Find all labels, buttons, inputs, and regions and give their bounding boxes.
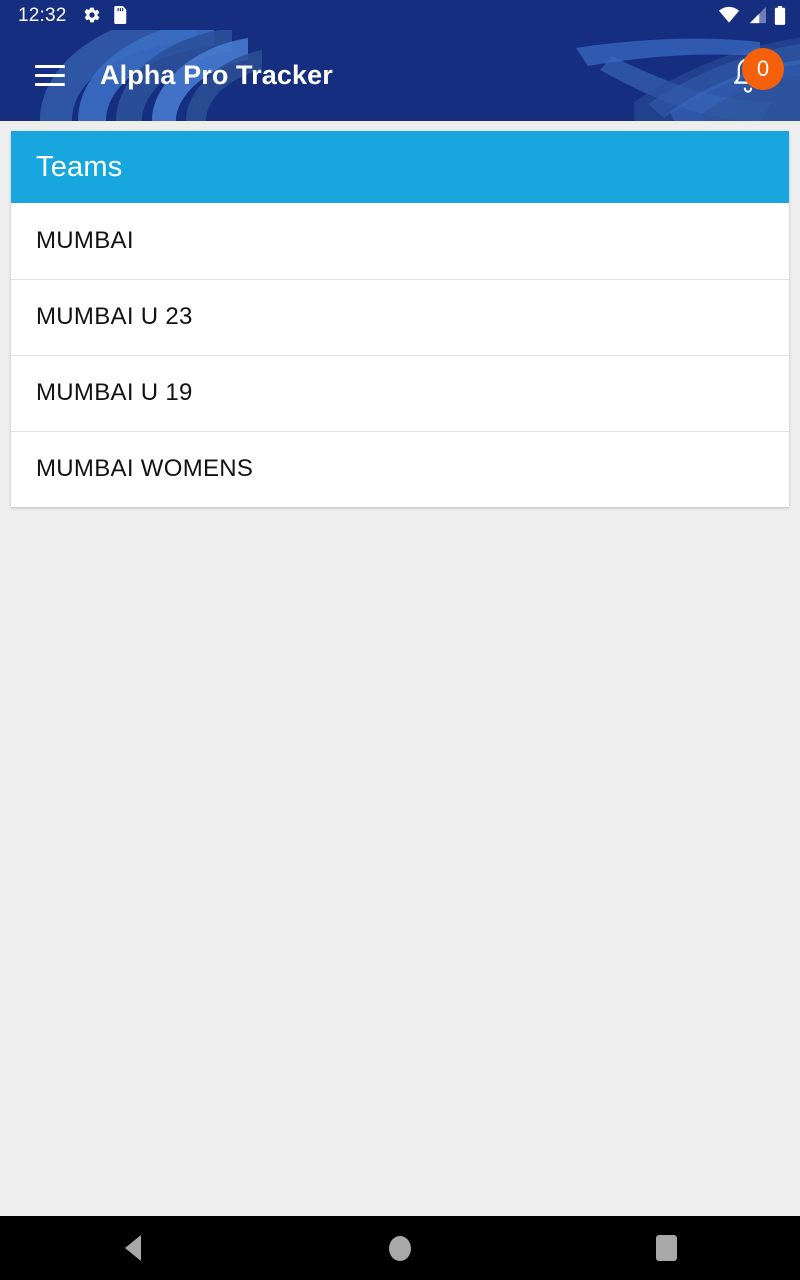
team-name: MUMBAI WOMENS bbox=[36, 455, 254, 482]
status-bar-right-icons bbox=[718, 5, 786, 25]
android-navigation-bar bbox=[0, 1216, 800, 1280]
list-item[interactable]: MUMBAI WOMENS bbox=[11, 431, 789, 507]
battery-icon bbox=[774, 5, 786, 25]
status-bar-left-icons bbox=[83, 6, 127, 24]
list-item[interactable]: MUMBAI U 23 bbox=[11, 279, 789, 355]
menu-line-1 bbox=[35, 65, 65, 68]
list-item[interactable]: MUMBAI bbox=[11, 203, 789, 279]
app-bar: Alpha Pro Tracker 0 bbox=[0, 30, 800, 121]
sd-card-icon bbox=[113, 6, 126, 24]
list-item[interactable]: MUMBAI U 19 bbox=[11, 355, 789, 431]
recents-square-icon bbox=[656, 1235, 678, 1261]
teams-card: Teams MUMBAI MUMBAI U 23 MUMBAI U 19 MUM… bbox=[11, 131, 789, 507]
team-name: MUMBAI U 19 bbox=[36, 379, 193, 406]
wifi-icon bbox=[718, 6, 740, 23]
teams-card-header: Teams bbox=[11, 131, 789, 203]
cellular-signal-icon bbox=[749, 6, 766, 24]
notifications-button[interactable]: 0 bbox=[718, 46, 784, 106]
status-bar-clock: 12:32 bbox=[18, 4, 67, 26]
app-bar-content: Alpha Pro Tracker 0 bbox=[0, 30, 800, 121]
teams-card-title: Teams bbox=[36, 150, 123, 183]
nav-back-button[interactable] bbox=[0, 1216, 267, 1280]
app-title: Alpha Pro Tracker bbox=[100, 60, 333, 90]
status-bar: 12:32 bbox=[0, 0, 800, 30]
menu-line-2 bbox=[35, 74, 65, 77]
gear-icon bbox=[84, 7, 99, 23]
home-circle-icon bbox=[389, 1235, 411, 1261]
notification-count-badge: 0 bbox=[742, 47, 784, 90]
nav-recents-button[interactable] bbox=[533, 1216, 800, 1280]
back-triangle-icon bbox=[125, 1235, 142, 1261]
team-list: MUMBAI MUMBAI U 23 MUMBAI U 19 MUMBAI WO… bbox=[11, 203, 789, 507]
hamburger-menu-icon[interactable] bbox=[30, 56, 70, 96]
menu-line-3 bbox=[35, 83, 65, 86]
team-name: MUMBAI bbox=[36, 227, 134, 254]
team-name: MUMBAI U 23 bbox=[36, 303, 193, 330]
nav-home-button[interactable] bbox=[267, 1216, 534, 1280]
